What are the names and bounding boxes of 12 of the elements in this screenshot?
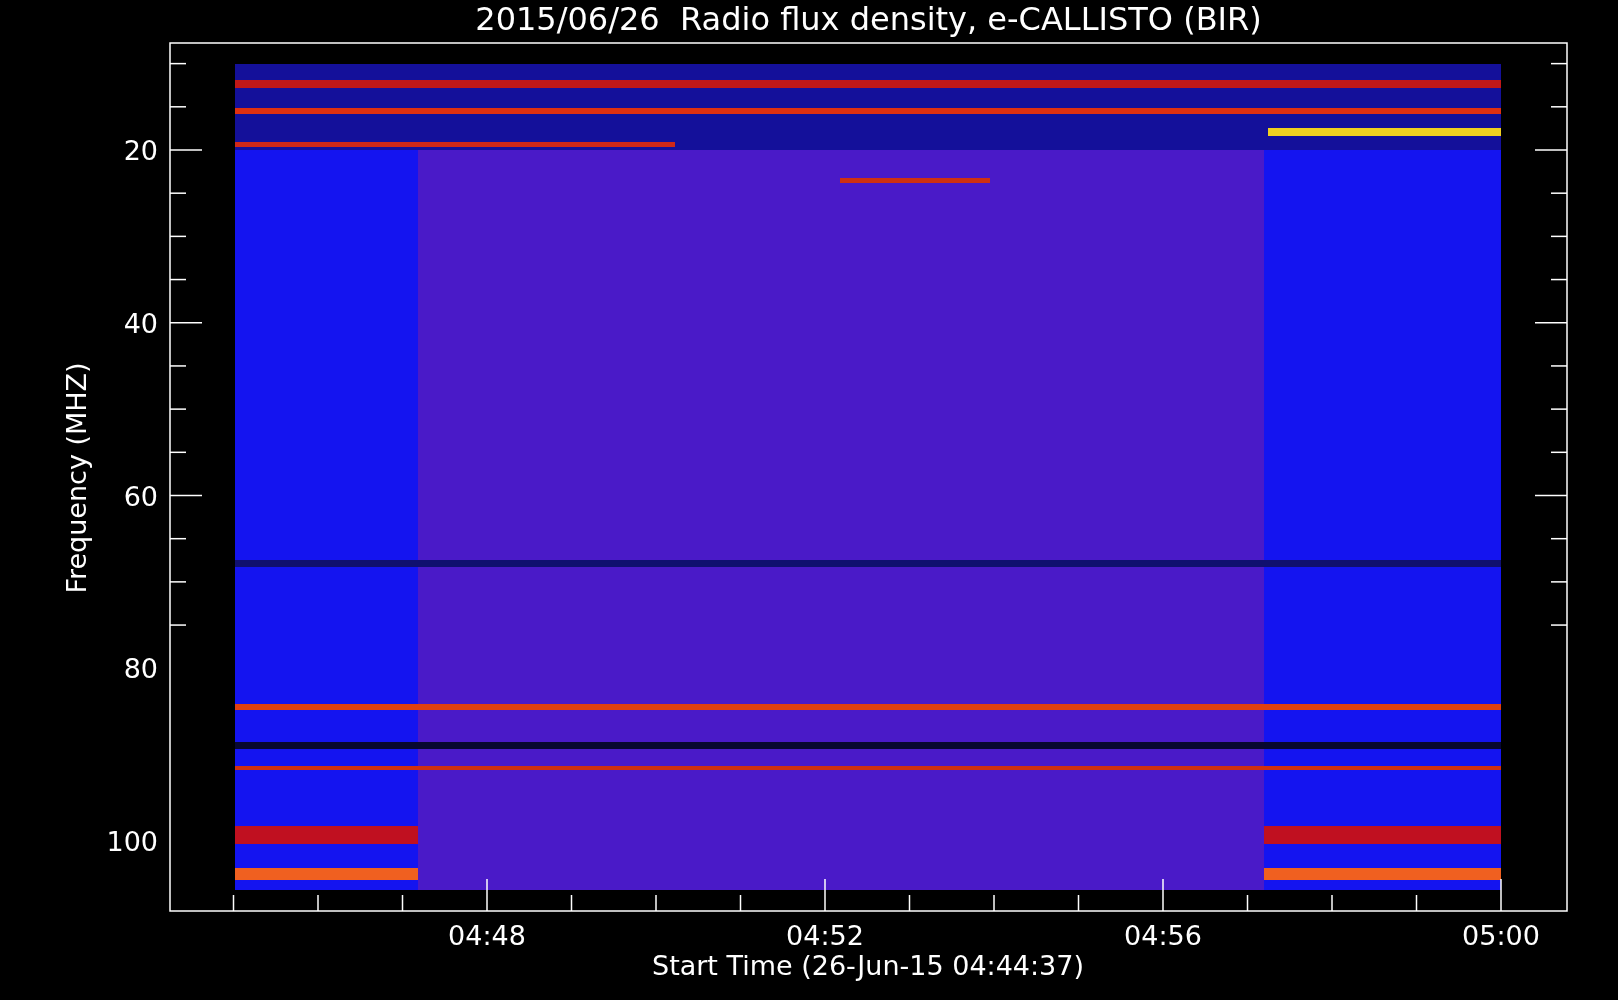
y-tick-label: 60: [123, 480, 158, 512]
x-tick-label: 04:48: [448, 920, 526, 951]
x-tick-label: 04:56: [1124, 920, 1202, 951]
x-tick-label: 04:52: [786, 920, 864, 951]
y-axis-label: Frequency (MHZ): [61, 362, 92, 594]
y-tick-label: 80: [123, 653, 158, 685]
chart-title: 2015/06/26 Radio flux density, e-CALLISTO (BIR): [475, 0, 1262, 38]
y-tick-label: 40: [123, 307, 158, 339]
y-tick-label: 20: [123, 135, 158, 166]
x-axis-label: Start Time (26-Jun-15 04:44:37): [652, 950, 1084, 981]
y-tick-label: 100: [106, 826, 158, 857]
x-tick-label: 05:00: [1462, 920, 1540, 951]
